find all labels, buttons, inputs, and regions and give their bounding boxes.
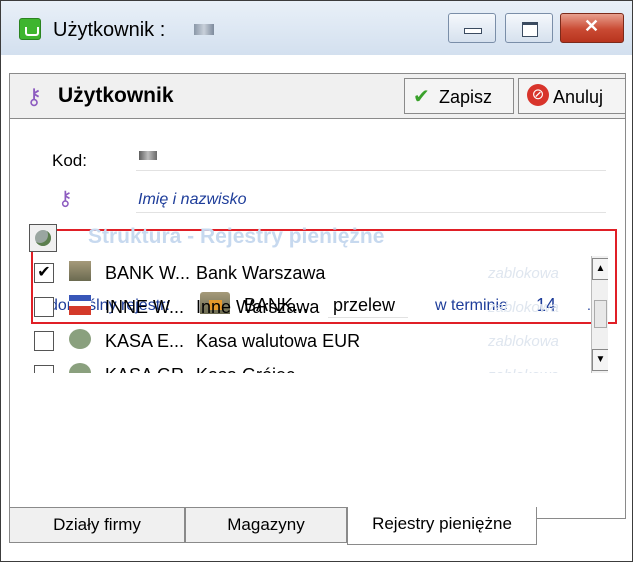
- row-checkbox[interactable]: ✔: [34, 263, 54, 283]
- scroll-up-button[interactable]: ▲: [592, 258, 608, 280]
- name-field-underline: [136, 212, 606, 213]
- registers-header: Struktura - Rejestry pieniężne: [26, 221, 608, 255]
- save-label: Zapisz: [439, 87, 493, 107]
- maximize-button[interactable]: [505, 13, 553, 43]
- registers-title: Struktura - Rejestry pieniężne: [88, 225, 385, 248]
- key-icon: ⚷: [58, 188, 73, 210]
- row-code: INNE W...: [105, 297, 185, 317]
- toolbar-title: Użytkownik: [58, 84, 174, 107]
- redacted-username: [194, 24, 214, 35]
- row-status: zablokowa: [488, 333, 559, 350]
- row-name: Kasa walutowa EUR: [196, 331, 361, 351]
- list-item[interactable]: KASA GR... Kasa Grójec zablokowa: [26, 358, 586, 373]
- list-item[interactable]: KASA E... Kasa walutowa EUR zablokowa: [26, 324, 586, 358]
- minimize-button[interactable]: [448, 13, 496, 43]
- row-checkbox[interactable]: [34, 365, 54, 373]
- row-status: zablokowa: [488, 367, 559, 373]
- checkmark-icon: ✔: [413, 86, 430, 108]
- row-status: zablokowa: [488, 265, 559, 282]
- row-code: KASA E...: [105, 331, 185, 351]
- tab-dzialy-firmy[interactable]: Działy firmy: [9, 507, 185, 543]
- cash-icon: [69, 363, 91, 373]
- kod-value-redacted[interactable]: [139, 151, 157, 160]
- user-window: Użytkownik : ⚷ Użytkownik ✔ Zapisz ⊘ Anu…: [0, 0, 633, 562]
- registers-structure-button[interactable]: [29, 224, 57, 252]
- bank-icon: [69, 261, 91, 281]
- name-field[interactable]: Imię i nazwisko: [138, 191, 246, 209]
- registers-list: ✔ BANK W... Bank Warszawa zablokowa INNE…: [26, 256, 608, 373]
- cancel-button[interactable]: ⊘ Anuluj: [518, 78, 626, 114]
- save-button[interactable]: ✔ Zapisz: [404, 78, 514, 114]
- row-code: KASA GR...: [105, 365, 199, 373]
- scroll-thumb[interactable]: [594, 300, 607, 328]
- app-basket-icon: [19, 18, 41, 40]
- list-item[interactable]: INNE W... Inne Warszawa zablokowa: [26, 290, 586, 324]
- close-button[interactable]: [560, 13, 624, 43]
- kod-field-underline: [136, 170, 606, 171]
- vertical-scrollbar[interactable]: ▲ ▼: [591, 256, 608, 373]
- row-checkbox[interactable]: [34, 331, 54, 351]
- kod-label: Kod:: [52, 151, 87, 170]
- window-title: Użytkownik :: [53, 19, 166, 41]
- cancel-icon: ⊘: [527, 84, 549, 106]
- row-checkbox[interactable]: [34, 297, 54, 317]
- toolbar: ⚷ Użytkownik ✔ Zapisz ⊘ Anuluj: [9, 73, 626, 119]
- cancel-label: Anuluj: [553, 87, 604, 107]
- row-name: Inne Warszawa: [196, 297, 320, 317]
- row-status: zablokowa: [488, 299, 559, 316]
- key-icon: ⚷: [26, 84, 43, 109]
- tab-rejestry-pieniezne[interactable]: Rejestry pieniężne: [347, 507, 537, 545]
- tab-magazyny[interactable]: Magazyny: [185, 507, 347, 543]
- row-name: Kasa Grójec: [196, 365, 295, 373]
- scroll-down-button[interactable]: ▼: [592, 349, 608, 371]
- list-item[interactable]: ✔ BANK W... Bank Warszawa zablokowa: [26, 256, 586, 290]
- title-bar[interactable]: Użytkownik :: [1, 1, 632, 55]
- row-name: Bank Warszawa: [196, 263, 326, 283]
- row-code: BANK W...: [105, 263, 191, 283]
- tab-bar: Działy firmy Magazyny Rejestry pieniężne: [9, 507, 569, 545]
- cash-icon: [69, 329, 91, 349]
- flag-icon: [69, 295, 91, 315]
